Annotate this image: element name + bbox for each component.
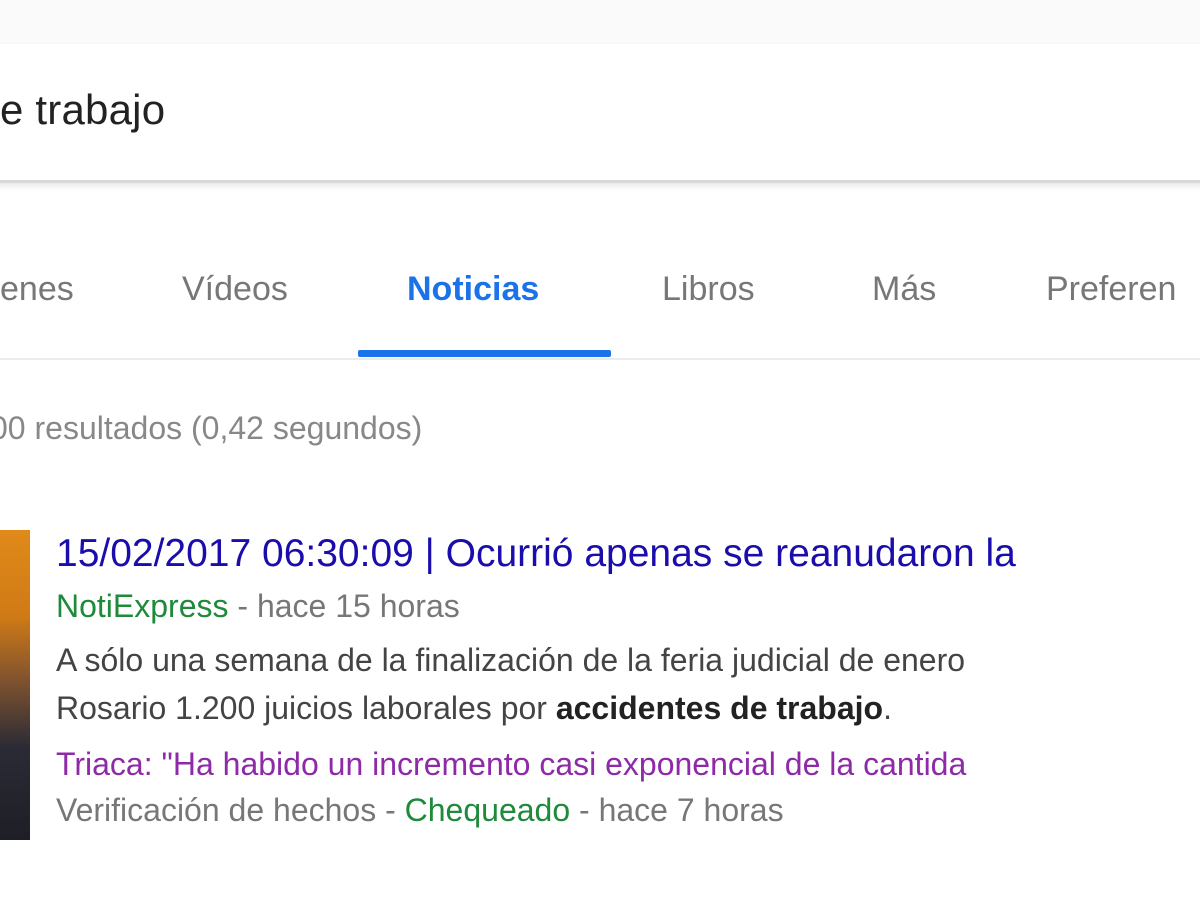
- result-stats: 00 resultados (0,42 segundos): [0, 410, 423, 446]
- tab-imagenes[interactable]: enes: [0, 270, 74, 309]
- related-source: Chequeado: [404, 792, 571, 828]
- snippet-line-1: A sólo una semana de la finalización de …: [56, 642, 966, 678]
- related-article-meta: Verificación de hechos - Chequeado - hac…: [56, 792, 784, 829]
- search-results-page: e trabajo enes Vídeos Noticias Libros Má…: [0, 0, 1200, 900]
- search-input[interactable]: e trabajo: [0, 86, 165, 134]
- search-box[interactable]: [0, 44, 1200, 183]
- result-age: - hace 15 horas: [228, 588, 460, 624]
- snippet-end: .: [883, 690, 892, 726]
- snippet-text: Rosario 1.200 juicios laborales por: [56, 690, 556, 726]
- result-snippet: A sólo una semana de la finalización de …: [56, 636, 965, 732]
- active-tab-indicator: [358, 350, 611, 357]
- tab-preferencias[interactable]: Preferen: [1046, 270, 1176, 309]
- top-bar: [0, 0, 1200, 45]
- result-source: NotiExpress: [56, 588, 229, 624]
- tabs-divider: [0, 358, 1200, 360]
- tab-libros[interactable]: Libros: [662, 270, 755, 309]
- related-age: - hace 7 horas: [570, 792, 784, 828]
- related-label: Verificación de hechos -: [56, 792, 405, 828]
- result-thumbnail[interactable]: [0, 530, 30, 840]
- tab-noticias[interactable]: Noticias: [407, 270, 539, 309]
- tab-mas[interactable]: Más: [872, 270, 936, 309]
- tab-videos[interactable]: Vídeos: [182, 270, 288, 309]
- result-meta: NotiExpress - hace 15 horas: [56, 588, 460, 625]
- tabs-bar: [0, 238, 1200, 360]
- result-title-link[interactable]: 15/02/2017 06:30:09 | Ocurrió apenas se …: [56, 532, 1016, 576]
- snippet-highlight: accidentes de trabajo: [555, 690, 884, 726]
- snippet-line-2: Rosario 1.200 juicios laborales por acci…: [56, 684, 965, 732]
- related-article-link[interactable]: Triaca: "Ha habido un incremento casi ex…: [56, 746, 966, 783]
